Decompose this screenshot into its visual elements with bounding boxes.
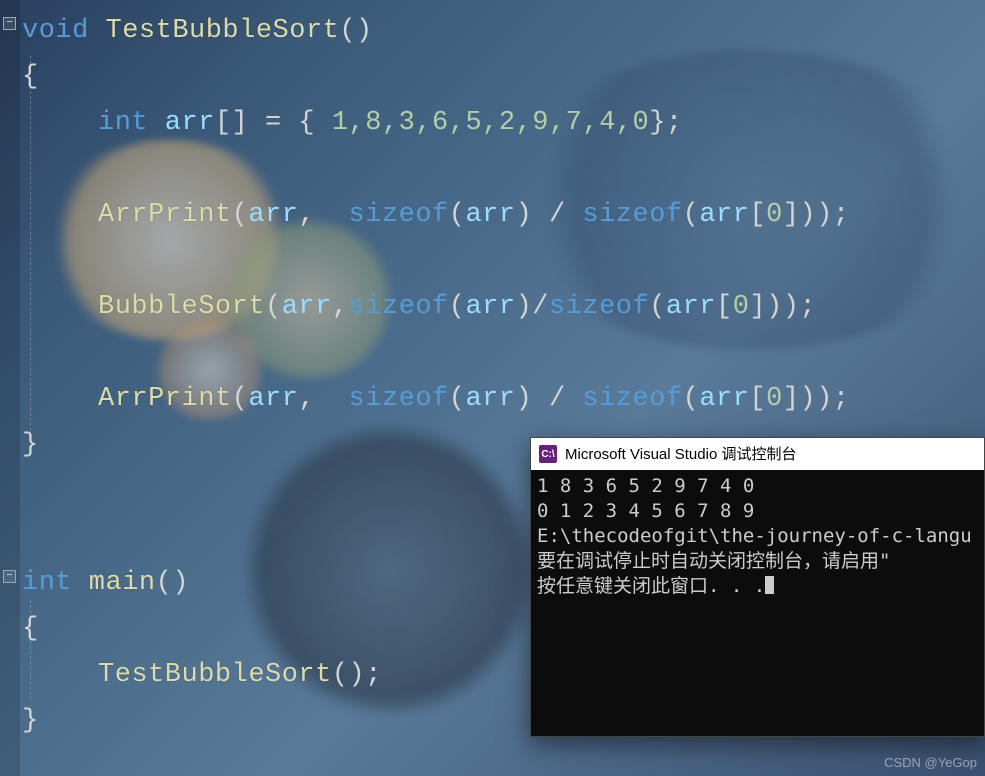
keyword: void [22, 16, 89, 46]
cursor-icon [765, 576, 774, 594]
console-title: Microsoft Visual Studio 调试控制台 [565, 442, 796, 467]
debug-console-window[interactable]: C:\ Microsoft Visual Studio 调试控制台 1 8 3 … [530, 437, 985, 737]
console-titlebar[interactable]: C:\ Microsoft Visual Studio 调试控制台 [531, 438, 984, 470]
punctuation: (); [332, 660, 382, 690]
code-line[interactable]: int main() [22, 560, 189, 606]
output-line: 按任意键关闭此窗口. . . [537, 574, 978, 599]
identifier: arr [148, 108, 215, 138]
punctuation: [] = { [215, 108, 332, 138]
function-call: ArrPrint [98, 384, 232, 414]
brace: { [22, 62, 39, 92]
code-line[interactable]: ArrPrint(arr, sizeof(arr) / sizeof(arr[0… [98, 376, 850, 422]
code-line[interactable]: { [22, 54, 39, 100]
punctuation: () [339, 16, 372, 46]
code-line[interactable]: { [22, 606, 39, 652]
punctuation: }; [649, 108, 682, 138]
editor-gutter [0, 0, 20, 776]
output-line: 0 1 2 3 4 5 6 7 8 9 [537, 499, 978, 524]
brace: { [22, 614, 39, 644]
output-line: E:\thecodeofgit\the-journey-of-c-langu [537, 524, 978, 549]
function-call: TestBubbleSort [98, 660, 332, 690]
fold-toggle-icon[interactable]: − [3, 17, 16, 30]
fold-toggle-icon[interactable]: − [3, 570, 16, 583]
watermark: CSDN @YeGop [884, 755, 977, 770]
number-list: 1,8,3,6,5,2,9,7,4,0 [332, 108, 649, 138]
keyword: int [22, 568, 72, 598]
code-line[interactable]: int arr[] = { 1,8,3,6,5,2,9,7,4,0}; [98, 100, 683, 146]
output-line: 1 8 3 6 5 2 9 7 4 0 [537, 474, 978, 499]
output-line: 要在调试停止时自动关闭控制台，请启用" [537, 549, 978, 574]
code-line[interactable]: void TestBubbleSort() [22, 8, 373, 54]
code-line[interactable]: ArrPrint(arr, sizeof(arr) / sizeof(arr[0… [98, 192, 850, 238]
indent-guide [30, 56, 31, 436]
keyword: int [98, 108, 148, 138]
visual-studio-icon: C:\ [539, 445, 557, 463]
function-call: BubbleSort [98, 292, 265, 322]
function-name: TestBubbleSort [89, 16, 340, 46]
console-output[interactable]: 1 8 3 6 5 2 9 7 4 00 1 2 3 4 5 6 7 8 9E:… [531, 470, 984, 603]
brace: } [22, 430, 39, 460]
punctuation: () [156, 568, 189, 598]
function-name: main [72, 568, 156, 598]
brace: } [22, 706, 39, 736]
code-line[interactable]: BubbleSort(arr,sizeof(arr)/sizeof(arr[0]… [98, 284, 816, 330]
code-line[interactable]: TestBubbleSort(); [98, 652, 382, 698]
function-call: ArrPrint [98, 200, 232, 230]
code-line[interactable]: } [22, 422, 39, 468]
code-line[interactable]: } [22, 698, 39, 744]
